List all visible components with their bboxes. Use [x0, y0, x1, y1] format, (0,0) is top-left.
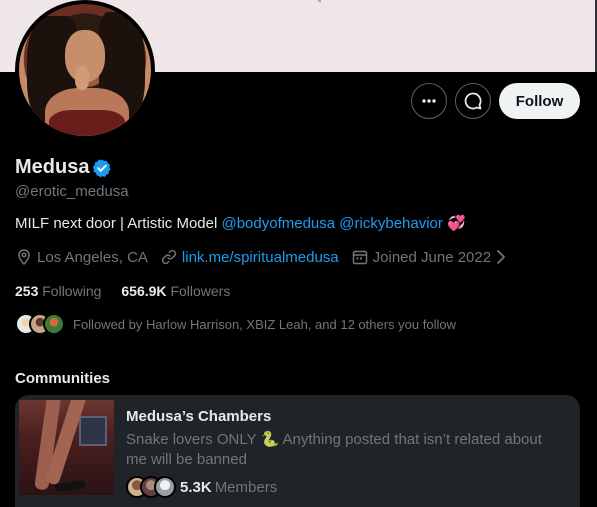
community-members: 5.3K Members: [126, 476, 277, 498]
name-row: Medusa: [15, 156, 112, 179]
profile-avatar[interactable]: [15, 0, 155, 140]
followers-count: 656.9K: [121, 283, 167, 299]
following-stat[interactable]: 253 Following: [15, 283, 101, 299]
display-name: Medusa: [15, 156, 90, 178]
website-link[interactable]: link.me/spiritualmedusa: [182, 249, 339, 266]
verified-badge-icon[interactable]: [92, 158, 112, 178]
profile-page: Follow Medusa @erotic_medusa MILF next d…: [0, 0, 597, 507]
members-count: 5.3K: [180, 478, 212, 496]
communities-heading: Communities: [15, 370, 111, 387]
profile-bio: MILF next door | Artistic Model @bodyofm…: [15, 214, 466, 232]
following-label: Following: [42, 283, 102, 299]
bio-emoji: 💞: [447, 215, 466, 232]
followed-by-row[interactable]: Followed by Harlow Harrison, XBIZ Leah, …: [15, 313, 456, 335]
bio-mention-rickybehavior[interactable]: @rickybehavior: [339, 215, 443, 232]
followed-by-text: Followed by Harlow Harrison, XBIZ Leah, …: [73, 316, 456, 332]
avatar-image: [19, 4, 151, 136]
more-button[interactable]: [411, 83, 447, 119]
community-description-text: Snake lovers ONLY: [126, 431, 261, 448]
banner-mark: [318, 0, 321, 2]
link-icon: [161, 249, 177, 265]
snake-emoji: 🐍: [260, 431, 280, 448]
avatar: [154, 476, 176, 498]
follow-button[interactable]: Follow: [499, 83, 580, 119]
followers-stat[interactable]: 656.9K Followers: [121, 283, 230, 299]
avatar: [43, 313, 65, 335]
members-label: Members: [214, 478, 278, 496]
bio-text: MILF next door | Artistic Model: [15, 215, 222, 232]
message-icon: [464, 92, 482, 110]
followers-label: Followers: [170, 283, 231, 299]
profile-meta: Los Angeles, CA link.me/spiritualmedusa …: [15, 248, 520, 266]
bio-mention-bodyofmedusa[interactable]: @bodyofmedusa: [221, 215, 335, 232]
location-icon: [18, 249, 30, 266]
calendar-icon: [352, 250, 367, 265]
chevron-right-icon: [497, 250, 505, 264]
follow-stats: 253 Following 656.9K Followers: [15, 283, 250, 299]
following-count: 253: [15, 283, 39, 299]
user-handle: @erotic_medusa: [15, 183, 129, 200]
message-button[interactable]: [455, 83, 491, 119]
joined-text: Joined June 2022: [372, 248, 492, 266]
location-item: Los Angeles, CA: [15, 248, 148, 266]
community-description: Snake lovers ONLY 🐍 Anything posted that…: [126, 430, 566, 470]
community-thumbnail: [19, 400, 114, 495]
more-icon: [422, 99, 436, 103]
community-name[interactable]: Medusa’s Chambers: [126, 408, 271, 425]
website-item[interactable]: link.me/spiritualmedusa: [160, 248, 339, 266]
community-card[interactable]: Medusa’s Chambers Snake lovers ONLY 🐍 An…: [15, 395, 580, 507]
location-text: Los Angeles, CA: [37, 248, 148, 266]
joined-item[interactable]: Joined June 2022: [351, 248, 508, 266]
